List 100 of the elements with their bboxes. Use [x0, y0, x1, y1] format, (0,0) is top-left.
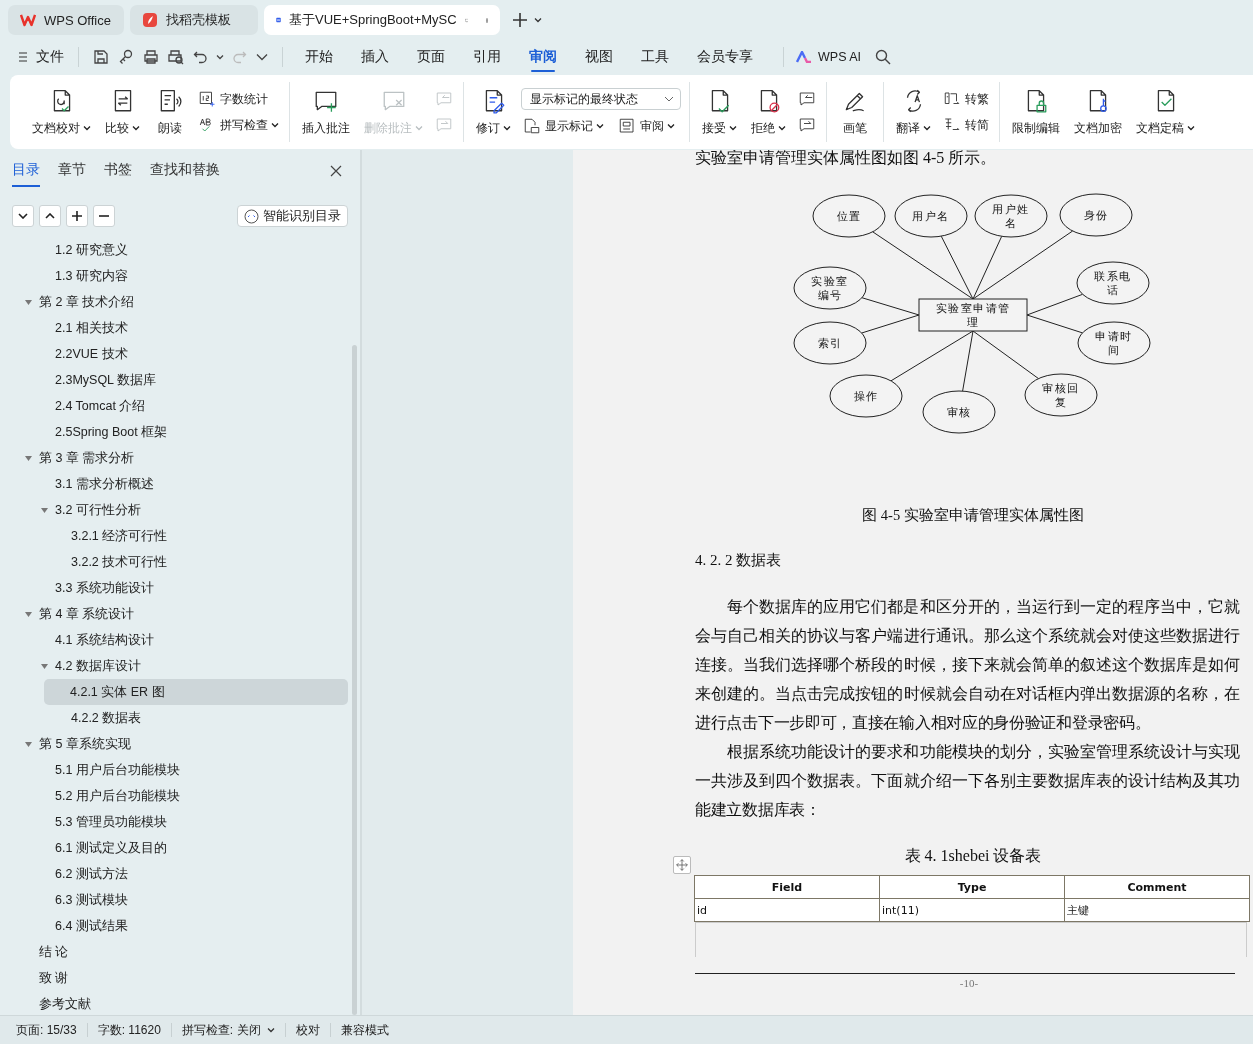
- ribbon-tab[interactable]: 工具: [627, 42, 683, 72]
- scrollbar-thumb[interactable]: [352, 345, 357, 1015]
- file-menu[interactable]: 文件: [36, 48, 64, 66]
- outline-item[interactable]: 2.1 相关技术: [0, 315, 348, 341]
- save-icon[interactable]: [93, 49, 109, 65]
- ribbon-button[interactable]: 限制编辑: [1008, 85, 1064, 139]
- ribbon-button[interactable]: 文档加密: [1070, 85, 1126, 139]
- ribbon-button[interactable]: 朗读: [150, 85, 190, 139]
- ribbon-button[interactable]: 拼写检查: [196, 115, 281, 135]
- new-tab-icon[interactable]: [512, 12, 528, 28]
- ribbon-button[interactable]: 比较: [101, 85, 144, 139]
- ribbon-tab[interactable]: 页面: [403, 42, 459, 72]
- app-tab[interactable]: 基于VUE+SpringBoot+MySC: [264, 5, 500, 35]
- ribbon-button[interactable]: 翻译: [892, 85, 935, 139]
- panel-tab[interactable]: 章节: [58, 161, 86, 187]
- ribbon-button[interactable]: 拒绝: [747, 85, 790, 139]
- collapse-button[interactable]: [39, 205, 61, 227]
- expand-triangle-icon[interactable]: [24, 739, 33, 749]
- print-preview-icon[interactable]: [168, 49, 184, 65]
- outline-item[interactable]: 4.1 系统结构设计: [0, 627, 348, 653]
- outline-item[interactable]: 2.3MySQL 数据库: [0, 367, 348, 393]
- status-item[interactable]: 校对: [285, 1023, 331, 1037]
- ai-button[interactable]: WPS AI: [818, 50, 862, 64]
- add-button[interactable]: [66, 205, 88, 227]
- expand-triangle-icon[interactable]: [40, 661, 49, 671]
- outline-item[interactable]: 4.2.2 数据表: [0, 705, 348, 731]
- outline-item[interactable]: 5.1 用户后台功能模块: [0, 757, 348, 783]
- outline-item[interactable]: 4.2 数据库设计: [0, 653, 348, 679]
- outline-item[interactable]: 1.2 研究意义: [0, 237, 348, 263]
- outline-item[interactable]: 参考文献: [0, 991, 348, 1015]
- print-icon[interactable]: [143, 49, 159, 65]
- panel-tab[interactable]: 目录: [12, 161, 40, 187]
- outline-item[interactable]: 第 3 章 需求分析: [0, 445, 348, 471]
- outline-item[interactable]: 2.4 Tomcat 介绍: [0, 393, 348, 419]
- status-item[interactable]: 页面: 15/33: [6, 1023, 88, 1037]
- ribbon-tab[interactable]: 视图: [571, 42, 627, 72]
- ribbon-button[interactable]: 画笔: [835, 85, 875, 139]
- chevron-icon: [664, 96, 674, 102]
- ribbon-button[interactable]: 文档定稿: [1132, 85, 1199, 139]
- remove-button[interactable]: [93, 205, 115, 227]
- app-tab[interactable]: WPS Office: [8, 5, 124, 35]
- outline-item[interactable]: 2.2VUE 技术: [0, 341, 348, 367]
- app-tab[interactable]: 找稻壳模板: [130, 5, 258, 35]
- paragraph: 根据系统功能设计的要求和功能模块的划分，实验室管理系统设计与实现一共涉及到四个数据表。下面就介绍一下各别主要数据库表的设计结构及其功能建立数据库表：: [695, 742, 1240, 820]
- search-icon[interactable]: [875, 49, 892, 65]
- outline-item[interactable]: 6.4 测试结果: [0, 913, 348, 939]
- outline-item[interactable]: 6.2 测试方法: [0, 861, 348, 887]
- expand-triangle-icon[interactable]: [24, 609, 33, 619]
- ribbon-tab[interactable]: 开始: [291, 42, 347, 72]
- status-item[interactable]: 字数: 11620: [87, 1023, 172, 1037]
- ribbon-button[interactable]: 显示标记: [521, 116, 606, 136]
- outline-item[interactable]: 3.2.1 经济可行性: [0, 523, 348, 549]
- move-handle-icon[interactable]: [673, 856, 691, 874]
- outline-item[interactable]: 3.3 系统功能设计: [0, 575, 348, 601]
- outline-item[interactable]: 4.2.1 实体 ER 图: [44, 679, 348, 705]
- panel-tab[interactable]: 书签: [104, 161, 132, 187]
- ribbon-button[interactable]: 转繁: [941, 89, 991, 109]
- outline-item[interactable]: 6.1 测试定义及目的: [0, 835, 348, 861]
- outline-item[interactable]: 第 2 章 技术介绍: [0, 289, 348, 315]
- key-icon[interactable]: [118, 49, 134, 65]
- ribbon-button[interactable]: 字数统计: [196, 89, 281, 109]
- status-item[interactable]: 拼写检查: 关闭: [171, 1023, 286, 1037]
- ribbon-tab[interactable]: 插入: [347, 42, 403, 72]
- menu-icon[interactable]: [18, 51, 28, 63]
- outline-item[interactable]: 3.2 可行性分析: [0, 497, 348, 523]
- ribbon-tab[interactable]: 引用: [459, 42, 515, 72]
- markup-dropdown[interactable]: 显示标记的最终状态: [521, 88, 681, 110]
- outline-item[interactable]: 3.2.2 技术可行性: [0, 549, 348, 575]
- outline-item[interactable]: 第 4 章 系统设计: [0, 601, 348, 627]
- ribbon-button[interactable]: 修订: [472, 85, 515, 139]
- outline-item[interactable]: 2.5Spring Boot 框架: [0, 419, 348, 445]
- status-item[interactable]: 兼容模式: [330, 1023, 399, 1037]
- ribbon-button[interactable]: 审阅: [616, 116, 677, 136]
- ribbon-button[interactable]: 文档校对: [28, 85, 95, 139]
- ribbon-tab[interactable]: 会员专享: [683, 42, 767, 72]
- close-icon[interactable]: [330, 165, 342, 177]
- section-heading: 4. 2. 2 数据表: [695, 551, 783, 570]
- ribbon-button[interactable]: 插入批注: [298, 85, 354, 139]
- ribbon-button[interactable]: 接受: [698, 85, 741, 139]
- expand-triangle-icon[interactable]: [24, 297, 33, 307]
- outline-item[interactable]: 5.2 用户后台功能模块: [0, 783, 348, 809]
- undo-icon[interactable]: [193, 49, 207, 65]
- panel-tab[interactable]: 查找和替换: [150, 161, 220, 187]
- more-caret-icon[interactable]: [256, 53, 268, 61]
- outline-item[interactable]: 3.1 需求分析概述: [0, 471, 348, 497]
- ribbon-tab[interactable]: 审阅: [515, 42, 571, 72]
- expand-triangle-icon[interactable]: [24, 453, 33, 463]
- expand-triangle-icon[interactable]: [40, 505, 49, 515]
- outline-item[interactable]: 1.3 研究内容: [0, 263, 348, 289]
- smart-outline-button[interactable]: 智能识别目录: [237, 205, 348, 227]
- outline-item[interactable]: 致 谢: [0, 965, 348, 991]
- counter-icon: [198, 90, 216, 108]
- expand-button[interactable]: [12, 205, 34, 227]
- outline-item[interactable]: 5.3 管理员功能模块: [0, 809, 348, 835]
- outline-item[interactable]: 结 论: [0, 939, 348, 965]
- outline-item[interactable]: 6.3 测试模块: [0, 887, 348, 913]
- ribbon-button[interactable]: 转简: [941, 115, 991, 135]
- outline-item[interactable]: 第 5 章系统实现: [0, 731, 348, 757]
- attribute-label: 位置: [836, 210, 862, 222]
- caret-icon[interactable]: [534, 17, 542, 23]
